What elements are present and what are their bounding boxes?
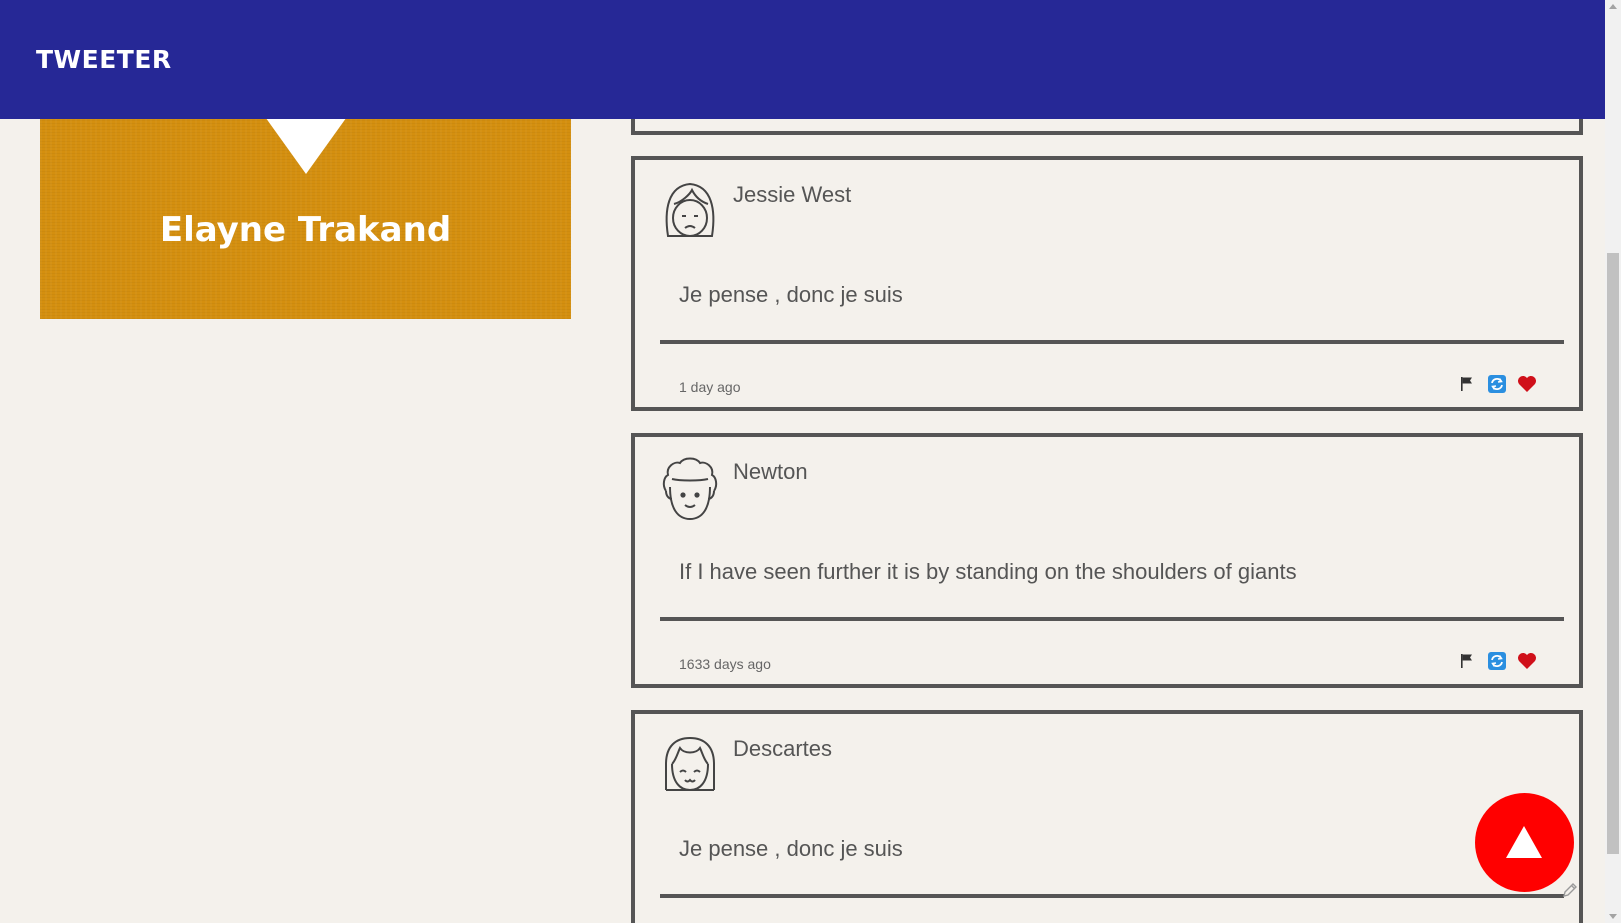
arrow-up-icon (1506, 826, 1542, 858)
tweet-content: If I have seen further it is by standing… (679, 559, 1297, 584)
scroll-down-arrow-icon[interactable] (1609, 914, 1617, 919)
tweet-card: Newton If I have seen further it is by s… (631, 433, 1583, 688)
tweet-timestamp: 1633 days ago (679, 656, 771, 672)
heart-icon[interactable] (1517, 651, 1537, 671)
tweet-actions (1457, 651, 1537, 671)
woman-face-icon (660, 180, 720, 244)
tweet-card: Jessie West Je pense , donc je suis 1 da… (631, 156, 1583, 411)
tweet-author[interactable]: Jessie West (733, 182, 851, 208)
flag-icon[interactable] (1457, 651, 1477, 671)
tweet-author[interactable]: Descartes (733, 736, 832, 762)
bangs-face-icon (660, 734, 720, 798)
tweet-timestamp: 1 day ago (679, 379, 741, 395)
pencil-icon[interactable] (1561, 881, 1579, 904)
profile-card: Elayne Trakand (40, 100, 571, 319)
tweet-divider (660, 894, 1564, 898)
profile-name: Elayne Trakand (159, 210, 452, 250)
scrollbar-thumb[interactable] (1607, 253, 1619, 854)
brand-logo[interactable]: TWEETER (36, 45, 172, 74)
vertical-scrollbar[interactable] (1605, 0, 1621, 923)
page: TWEETER Elayne Trakand Jessie West Je pe… (0, 0, 1621, 923)
retweet-icon[interactable] (1487, 651, 1507, 671)
tweet-author[interactable]: Newton (733, 459, 808, 485)
flag-icon[interactable] (1457, 374, 1477, 394)
scroll-up-arrow-icon[interactable] (1609, 4, 1617, 9)
tweet-content: Je pense , donc je suis (679, 836, 903, 861)
tweet-content: Je pense , donc je suis (679, 282, 903, 307)
top-navbar: TWEETER (0, 0, 1605, 119)
retweet-icon[interactable] (1487, 374, 1507, 394)
tweet-actions (1457, 374, 1537, 394)
tweet-divider (660, 340, 1564, 344)
tweet-divider (660, 617, 1564, 621)
tweet-card: Descartes Je pense , donc je suis (631, 710, 1583, 923)
curly-hair-face-icon (660, 457, 720, 521)
heart-icon[interactable] (1517, 374, 1537, 394)
scroll-to-top-button[interactable] (1475, 793, 1574, 892)
